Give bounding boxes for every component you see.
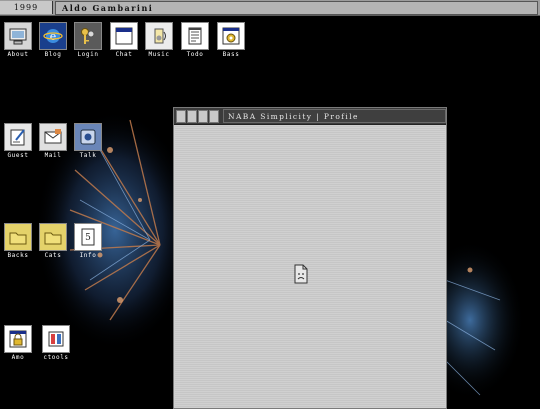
icon-label: Cats [44,252,62,259]
icon-label: Todo [186,51,204,58]
desktop-icon-info[interactable]: 5 Info [73,223,103,259]
window-button-maximize[interactable] [198,110,208,123]
gear-icon [217,22,245,50]
window-button-minimize[interactable] [187,110,197,123]
owner-name: Aldo Gambarini [55,1,538,15]
broken-image-icon [294,264,308,284]
keys-icon [74,22,102,50]
desktop-icon-login[interactable]: Login [73,22,103,58]
icon-label: Amo [11,354,25,361]
desktop-icon-guest[interactable]: Guest [3,123,33,159]
desktop-icon-chat[interactable]: Chat [109,22,139,58]
desktop-icon-music[interactable]: Music [144,22,174,58]
desktop-icon-backs[interactable]: Backs [3,223,33,259]
info-document-icon: 5 [74,223,102,251]
speaker-icon [145,22,173,50]
icon-label: Backs [7,252,29,259]
window-content [175,126,445,408]
svg-text:e: e [50,30,57,43]
window-icon [110,22,138,50]
tools-icon [42,325,70,353]
desktop-icon-amo[interactable]: Amo [3,325,33,361]
folder-icon [4,223,32,251]
window-titlebar[interactable]: NABA Simplicity | Profile [174,108,446,125]
desktop-icon-todo[interactable]: Todo [180,22,210,58]
icon-label: Mail [44,152,62,159]
notepad-icon [181,22,209,50]
talk-icon [74,123,102,151]
icon-label: ctools [43,354,69,361]
icon-label: Blog [44,51,62,58]
icon-label: Login [77,51,99,58]
svg-text:5: 5 [85,233,91,243]
desktop-icon-cats[interactable]: Cats [38,223,68,259]
desktop-icon-blog[interactable]: e Blog [38,22,68,58]
profile-window[interactable]: NABA Simplicity | Profile [173,107,447,409]
window-button-close[interactable] [176,110,186,123]
window-title: NABA Simplicity | Profile [223,109,446,123]
desktop-icon-ctools[interactable]: ctools [38,325,74,361]
mail-icon [39,123,67,151]
icon-label: Talk [79,152,97,159]
icon-label: Music [148,51,170,58]
icon-label: Bass [222,51,240,58]
lock-icon [4,325,32,353]
year-label: 1999 [0,1,53,14]
icon-label: Guest [7,152,29,159]
icon-label: Chat [115,51,133,58]
internet-explorer-icon: e [39,22,67,50]
window-button-restore[interactable] [209,110,219,123]
icon-label: Info [79,252,97,259]
icon-label: About [7,51,29,58]
folder-icon [39,223,67,251]
desktop-icon-talk[interactable]: Talk [73,123,103,159]
computer-icon [4,22,32,50]
desktop-icon-about[interactable]: About [3,22,33,58]
guestbook-icon [4,123,32,151]
desktop-icon-bass[interactable]: Bass [216,22,246,58]
top-bar: 1999 Aldo Gambarini [0,0,540,16]
desktop-icon-mail[interactable]: Mail [38,123,68,159]
window-controls [176,110,220,123]
